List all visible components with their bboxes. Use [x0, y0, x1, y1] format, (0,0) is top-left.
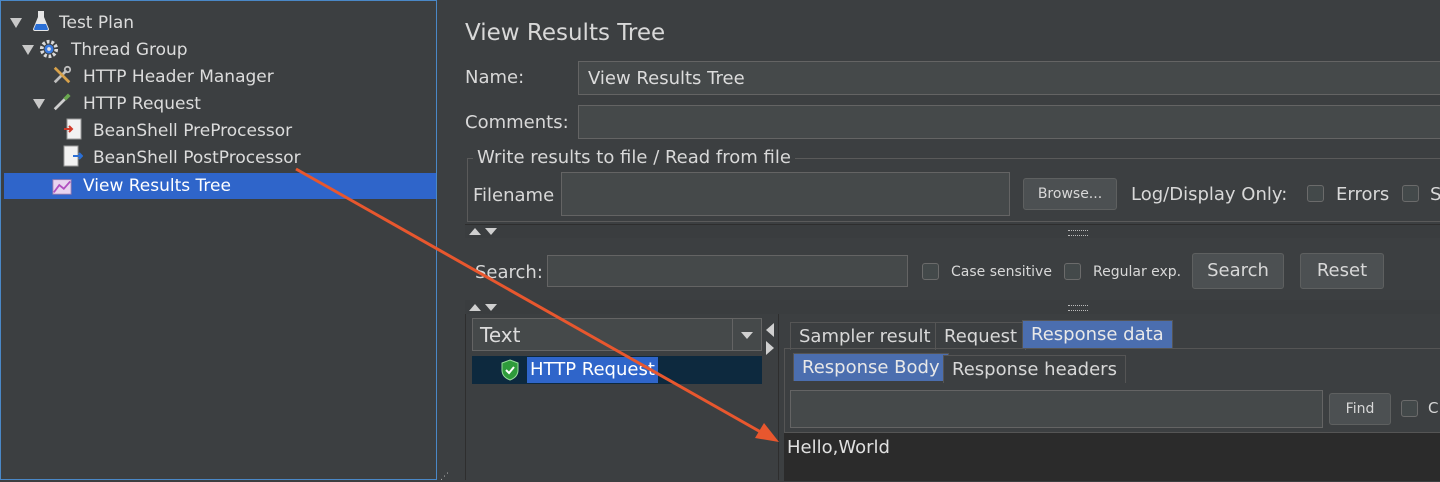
tree-item-http-header-manager[interactable]: HTTP Header Manager: [83, 64, 274, 90]
splitter-grip-icon[interactable]: [1068, 230, 1088, 236]
comments-label: Comments:: [465, 112, 569, 133]
case-sensitive-checkbox[interactable]: [922, 263, 939, 280]
expand-triangle-icon[interactable]: [22, 45, 34, 55]
subtab-response-body[interactable]: Response Body: [793, 353, 949, 381]
search-button[interactable]: Search: [1192, 253, 1284, 289]
name-field[interactable]: View Results Tree: [578, 61, 1440, 95]
find-option-label: C: [1428, 399, 1439, 417]
gear-icon: [39, 39, 59, 59]
dropdown-button[interactable]: [732, 319, 761, 350]
successes-label: S: [1430, 184, 1440, 205]
tree-item-beanshell-preprocessor[interactable]: BeanShell PreProcessor: [93, 118, 292, 144]
splitter-handle[interactable]: ⋰: [440, 472, 449, 482]
name-field-value: View Results Tree: [588, 68, 745, 89]
collapse-arrows-icon[interactable]: [468, 302, 502, 312]
success-shield-icon: [501, 359, 519, 381]
expand-triangle-icon[interactable]: [10, 18, 22, 28]
search-input[interactable]: [547, 255, 908, 287]
reset-button[interactable]: Reset: [1300, 253, 1384, 289]
chevron-down-icon: [741, 332, 753, 339]
tools-icon: [53, 65, 72, 84]
find-option-checkbox[interactable]: [1401, 400, 1418, 417]
tree-item-thread-group[interactable]: Thread Group: [71, 37, 188, 63]
panel-title: View Results Tree: [465, 20, 666, 46]
find-input[interactable]: [790, 390, 1323, 428]
tree-item-test-plan[interactable]: Test Plan: [59, 10, 134, 36]
comments-field[interactable]: [578, 105, 1440, 139]
regex-checkbox[interactable]: [1064, 263, 1081, 280]
tree-item-http-request[interactable]: HTTP Request: [83, 91, 201, 117]
postprocessor-icon: [63, 145, 83, 167]
test-plan-tree[interactable]: Test Plan Thread Group HTTP Header Manag…: [0, 0, 437, 480]
file-group-title: Write results to file / Read from file: [473, 147, 795, 168]
errors-checkbox[interactable]: [1307, 185, 1324, 202]
case-sensitive-label: Case sensitive: [951, 264, 1052, 280]
regex-label: Regular exp.: [1093, 264, 1182, 280]
subtab-response-headers[interactable]: Response headers: [943, 355, 1126, 383]
expand-triangle-icon[interactable]: [33, 99, 45, 109]
flask-icon: [33, 11, 49, 31]
tree-item-beanshell-postprocessor[interactable]: BeanShell PostProcessor: [93, 145, 301, 171]
split-divider-bottom[interactable]: [465, 300, 1440, 314]
successes-checkbox[interactable]: [1402, 185, 1419, 202]
results-chart-icon: [52, 179, 72, 195]
renderer-dropdown[interactable]: Text: [472, 318, 762, 351]
errors-label: Errors: [1336, 184, 1390, 205]
preprocessor-icon: [64, 118, 82, 140]
split-divider-top[interactable]: [465, 224, 1440, 239]
tree-item-view-results-tree[interactable]: View Results Tree: [83, 173, 231, 199]
filename-label: Filename: [473, 185, 555, 206]
find-button[interactable]: Find: [1329, 393, 1391, 425]
collapse-arrows-icon[interactable]: [468, 226, 502, 236]
tab-request[interactable]: Request: [935, 322, 1027, 350]
search-label: Search:: [475, 262, 543, 283]
sample-result-http-request[interactable]: HTTP Request: [527, 357, 658, 383]
response-body-text: Hello,World: [787, 437, 890, 458]
filename-field[interactable]: [561, 172, 1010, 216]
pane-scroll-arrows-icon[interactable]: [764, 322, 776, 356]
log-display-only-label: Log/Display Only:: [1131, 184, 1288, 205]
name-label: Name:: [465, 67, 525, 88]
browse-button[interactable]: Browse...: [1023, 178, 1117, 210]
pipette-icon: [53, 93, 71, 111]
tab-sampler-result[interactable]: Sampler result: [790, 322, 940, 350]
splitter-grip-icon[interactable]: [1068, 305, 1088, 311]
renderer-dropdown-value: Text: [480, 323, 521, 347]
tab-response-data[interactable]: Response data: [1022, 320, 1173, 348]
